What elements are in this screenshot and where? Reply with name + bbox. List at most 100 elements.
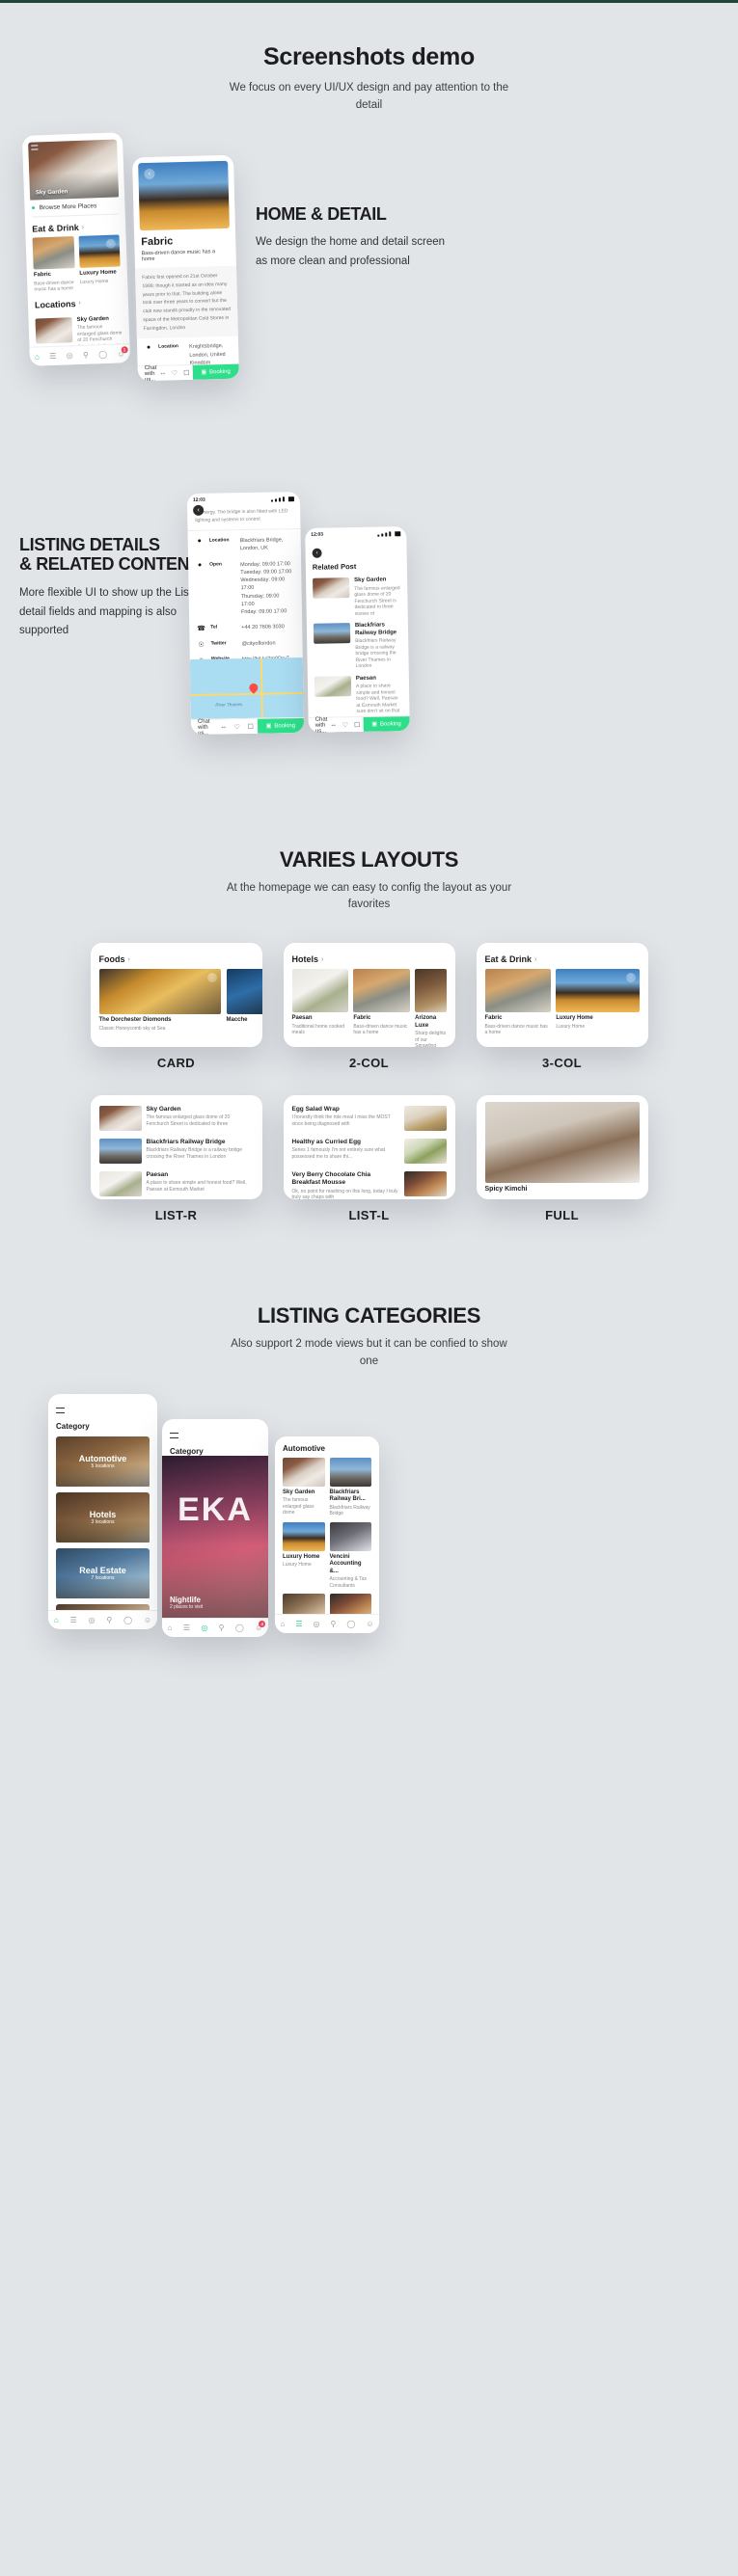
favorite-heart-icon[interactable]: ♡ xyxy=(169,368,181,376)
bottom-tab-bar[interactable]: ⌂ ☰ ◎ ⚲ ◯ ☺ 4 xyxy=(162,1617,268,1637)
layout-preview-listr[interactable]: Sky Garden The famous enlarged glass dom… xyxy=(90,1095,262,1200)
booking-button[interactable]: ▣ Booking xyxy=(363,715,410,732)
share-icon[interactable]: ↔ xyxy=(217,723,231,730)
category-card-real-estate[interactable]: Real Estate 7 locations xyxy=(56,1547,150,1598)
favorite-heart-icon[interactable]: ♡ xyxy=(340,720,351,728)
favorite-heart-icon[interactable]: ♡ xyxy=(206,973,217,983)
category-card-automotive[interactable]: Automotive 5 locations xyxy=(56,1436,150,1487)
tab-home-icon[interactable]: ⌂ xyxy=(54,1616,59,1624)
col-scroller[interactable]: Paesan Traditional home cooked meals Fab… xyxy=(284,969,455,1047)
hero-image-sky-garden[interactable]: Sky Garden xyxy=(28,139,120,201)
detail-action-bar[interactable]: Chat with us... ↔ ♡ ☐ ▣ Booking xyxy=(137,362,240,381)
tab-profile-icon[interactable]: ☺ xyxy=(144,1616,151,1624)
back-arrow-icon[interactable]: ‹ xyxy=(144,168,155,179)
back-arrow-icon[interactable]: ‹ xyxy=(193,504,205,516)
tab-explore-icon[interactable]: ◎ xyxy=(67,351,73,360)
list-item[interactable]: Very Berry Chocolate Chia Breakfast Mous… xyxy=(284,1167,455,1199)
phone-category-list[interactable]: Category Automotive 5 locations Hotels 3… xyxy=(48,1393,157,1629)
comment-icon[interactable]: ☐ xyxy=(351,720,363,728)
back-arrow-icon[interactable]: ‹ xyxy=(312,548,322,558)
tab-search-icon[interactable]: ⚲ xyxy=(106,1616,112,1624)
tab-list-icon[interactable]: ☰ xyxy=(49,351,56,360)
tab-list-icon[interactable]: ☰ xyxy=(295,1620,302,1628)
comment-icon[interactable]: ☐ xyxy=(180,368,193,376)
listing-action-bar[interactable]: Chat with us... ↔ ♡ ☐ ▣ Booking xyxy=(190,716,305,735)
grid-card[interactable]: Luxury Home Luxury Home xyxy=(283,1521,325,1590)
listing-card[interactable]: Fabric Bass-driven dance music has a hom… xyxy=(32,235,75,293)
phone-related-posts[interactable]: 12:03 ‹ Related Post Sky Garden The famo… xyxy=(305,525,410,733)
map-pin-icon[interactable] xyxy=(247,681,260,694)
share-icon[interactable]: ↔ xyxy=(156,369,168,376)
layout-section-header[interactable]: Eat & Drink › xyxy=(477,943,648,969)
bottom-tab-bar[interactable]: ⌂ ☰ ◎ ⚲ ◯ ☺ xyxy=(275,1613,379,1633)
tab-home-icon[interactable]: ⌂ xyxy=(281,1620,286,1628)
map-view[interactable]: River Thames xyxy=(189,657,304,719)
grid-card[interactable]: Vencini Accounting &... Accounting & Tax… xyxy=(329,1521,371,1590)
menu-icon[interactable] xyxy=(31,144,39,150)
phone-category-grid[interactable]: Automotive Sky Garden The famous enlarge… xyxy=(275,1436,379,1633)
tab-explore-icon[interactable]: ◎ xyxy=(314,1620,320,1628)
booking-button[interactable]: ▣ Booking xyxy=(257,717,305,734)
listing-card[interactable]: ♡ Luxury Home Luxury Home xyxy=(556,969,640,1036)
phone-category-banner[interactable]: Category EKA Nightlife 2 places to visit… xyxy=(162,1418,268,1637)
list-item[interactable]: Egg Salad Wrap I honestly think the role… xyxy=(284,1102,455,1135)
favorite-heart-icon[interactable]: ♡ xyxy=(105,238,116,249)
related-action-bar[interactable]: Chat with us... ↔ ♡ ☐ ▣ Booking xyxy=(308,714,410,733)
list-item[interactable]: Healthy as Curried Egg Series 1 famously… xyxy=(284,1135,455,1167)
layout-section-header[interactable]: Hotels › xyxy=(284,943,455,969)
layout-preview-3col[interactable]: Eat & Drink › Fabric Bass-driven dance m… xyxy=(476,943,648,1048)
related-item[interactable]: Paesan A place to share simple and hones… xyxy=(308,671,410,718)
listing-card[interactable]: Fabric Bass-driven dance music has a hom… xyxy=(353,969,411,1047)
chat-with-us-label[interactable]: Chat with us... xyxy=(191,718,217,735)
tab-chat-icon[interactable]: ◯ xyxy=(98,350,107,359)
share-icon[interactable]: ↔ xyxy=(327,721,339,728)
favorite-heart-icon[interactable]: ♡ xyxy=(231,722,244,730)
layout-preview-listl[interactable]: Egg Salad Wrap I honestly think the role… xyxy=(283,1095,455,1200)
favorite-heart-icon[interactable]: ♡ xyxy=(625,973,636,983)
list-item[interactable]: Sky Garden The famous enlarged glass dom… xyxy=(91,1102,262,1135)
menu-icon[interactable] xyxy=(170,1432,178,1438)
list-item[interactable]: Paesan A place to share simple and hones… xyxy=(91,1167,262,1199)
tab-list-icon[interactable]: ☰ xyxy=(183,1623,190,1632)
tab-chat-icon[interactable]: ◯ xyxy=(235,1623,244,1632)
tab-chat-icon[interactable]: ◯ xyxy=(346,1620,355,1628)
tab-profile-icon[interactable]: ☺ xyxy=(366,1620,373,1628)
phone-listing-fields[interactable]: 12:03 ‹ of energy. The bridge is also fi… xyxy=(186,491,305,735)
category-banner-image[interactable]: EKA Nightlife 2 places to visit xyxy=(162,1455,268,1618)
tab-explore-icon[interactable]: ◎ xyxy=(201,1623,207,1632)
category-card-hotels[interactable]: Hotels 3 locations xyxy=(56,1491,150,1543)
layout-section-header[interactable]: Foods › xyxy=(91,943,262,969)
comment-icon[interactable]: ☐ xyxy=(244,722,258,730)
tab-chat-icon[interactable]: ◯ xyxy=(123,1616,132,1624)
tab-list-icon[interactable]: ☰ xyxy=(70,1616,77,1624)
grid-card[interactable]: Sky Garden The famous enlarged glass dom… xyxy=(283,1457,325,1517)
tab-search-icon[interactable]: ⚲ xyxy=(83,350,89,359)
listing-card[interactable]: ♡ The Dorchester Diomonds Classic Honeyc… xyxy=(98,969,221,1032)
layout-preview-2col[interactable]: Hotels › Paesan Traditional home cooked … xyxy=(283,943,455,1048)
grid-card[interactable]: Blackfriars Railway Bri... Blackfriars R… xyxy=(329,1457,371,1517)
layout-preview-card[interactable]: Foods › ♡ The Dorchester Diomonds Classi… xyxy=(90,943,262,1048)
tab-explore-icon[interactable]: ◎ xyxy=(89,1616,96,1624)
full-card-image[interactable] xyxy=(484,1102,640,1184)
listing-card[interactable]: Fabric Bass-driven dance music has a hom… xyxy=(484,969,552,1036)
bottom-tab-bar[interactable]: ⌂ ☰ ◎ ⚲ ◯ ☺ 1 xyxy=(29,342,131,366)
bottom-tab-bar[interactable]: ⌂ ☰ ◎ ⚲ ◯ ☺ xyxy=(48,1609,157,1629)
phone-home-screen[interactable]: Sky Garden ● Browse More Places Eat & Dr… xyxy=(21,131,131,366)
list-item[interactable]: Blackfriars Railway Bridge Blackfriars R… xyxy=(91,1135,262,1167)
related-item[interactable]: Sky Garden The famous enlarged glass dom… xyxy=(306,574,408,621)
chat-with-us-label[interactable]: Chat with us... xyxy=(138,364,157,381)
booking-button[interactable]: ▣ Booking xyxy=(192,363,240,380)
listing-card[interactable]: Paesan Traditional home cooked meals xyxy=(291,969,349,1047)
tab-search-icon[interactable]: ⚲ xyxy=(331,1620,337,1628)
phone-detail-screen[interactable]: ‹ Fabric Bass-driven dance music has a h… xyxy=(131,154,240,381)
listing-card[interactable]: Arizona Luxe Sharp delights of our Spraw… xyxy=(415,969,447,1047)
tab-search-icon[interactable]: ⚲ xyxy=(219,1623,225,1632)
listing-card[interactable]: Macche xyxy=(226,969,262,1032)
tab-home-icon[interactable]: ⌂ xyxy=(168,1623,173,1632)
chat-with-us-label[interactable]: Chat with us... xyxy=(309,716,328,733)
tab-profile-icon[interactable]: ☺ 1 xyxy=(117,345,128,358)
related-item[interactable]: Blackfriars Railway Bridge Blackfriars R… xyxy=(307,619,409,673)
layout-preview-full[interactable]: Spicy Kimchi xyxy=(476,1095,648,1200)
col-scroller[interactable]: Fabric Bass-driven dance music has a hom… xyxy=(477,969,648,1036)
tab-home-icon[interactable]: ⌂ xyxy=(35,352,40,361)
